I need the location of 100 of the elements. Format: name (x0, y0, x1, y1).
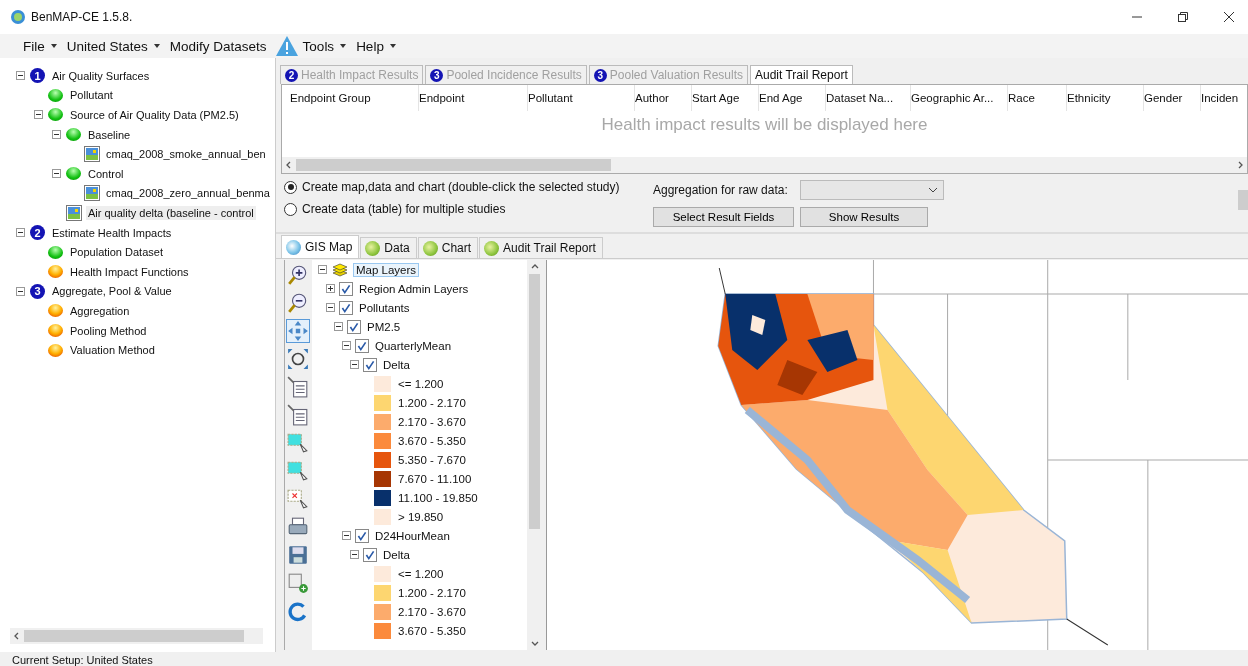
expand-collapse-icon[interactable] (326, 303, 335, 312)
radio-label[interactable]: Create data (table) for multiple studies (302, 202, 506, 216)
horizontal-scrollbar[interactable] (10, 628, 263, 644)
layer-checkbox[interactable] (355, 528, 369, 543)
collapse-icon[interactable] (16, 228, 25, 238)
legend-label: 2.170 - 3.670 (398, 415, 466, 428)
tree-item[interactable]: Valuation Method (68, 343, 157, 358)
expand-collapse-icon[interactable] (318, 265, 327, 274)
select-icon[interactable] (287, 432, 309, 454)
layer-name[interactable]: PM2.5 (365, 320, 403, 333)
save-icon[interactable] (287, 544, 309, 566)
radio-button[interactable] (284, 202, 297, 216)
close-icon[interactable] (1224, 12, 1234, 22)
menu-item[interactable]: File (20, 36, 60, 56)
view-tab[interactable]: Data (360, 237, 417, 258)
tree-item[interactable]: Control (86, 166, 126, 181)
column-header[interactable]: Pollutant (528, 85, 635, 111)
zoom-out-icon[interactable] (287, 292, 309, 314)
vertical-scrollbar[interactable] (527, 260, 542, 650)
layer-name[interactable]: Map Layers (353, 262, 420, 277)
layer-checkbox[interactable] (363, 357, 377, 372)
full-extent-icon[interactable] (287, 348, 309, 370)
status-ball-icon (48, 324, 63, 337)
view-tab[interactable]: Chart (417, 237, 479, 258)
menu-item[interactable]: Help (353, 36, 399, 56)
column-header[interactable]: Gender (1144, 85, 1201, 111)
expand-collapse-icon[interactable] (326, 284, 335, 293)
layer-name[interactable]: QuarterlyMean (373, 339, 454, 352)
tree-item[interactable]: Estimate Health Impacts (50, 225, 174, 240)
collapse-icon[interactable] (16, 286, 25, 296)
tree-item[interactable]: Source of Air Quality Data (PM2.5) (68, 108, 241, 122)
tree-item[interactable]: Pooling Method (68, 323, 149, 338)
results-tab[interactable]: Audit Trail Report (750, 65, 853, 84)
column-header[interactable]: Inciden (1201, 85, 1247, 111)
column-header[interactable]: Endpoint Group (290, 85, 419, 111)
dropdown-caret-icon (153, 44, 160, 48)
status-ball-icon (48, 88, 63, 102)
tree-item[interactable]: Aggregation (68, 303, 132, 318)
expand-collapse-icon[interactable] (334, 322, 343, 331)
legend-label: 7.670 - 11.100 (398, 472, 472, 485)
menu-item[interactable]: Tools (299, 36, 350, 56)
column-header[interactable]: End Age (759, 85, 826, 111)
dropdown-caret-icon (50, 44, 57, 48)
table-icon[interactable] (287, 404, 309, 426)
collapse-icon[interactable] (34, 110, 43, 120)
layer-name[interactable]: D24HourMean (373, 529, 452, 542)
action-button[interactable]: Select Result Fields (653, 207, 794, 227)
tree-item[interactable]: cmaq_2008_smoke_annual_ben (104, 147, 268, 162)
collapse-icon[interactable] (16, 71, 25, 81)
expand-collapse-icon[interactable] (350, 360, 359, 369)
collapse-icon[interactable] (52, 169, 61, 179)
layer-name[interactable]: Pollutants (357, 301, 412, 314)
column-header[interactable]: Author (635, 85, 692, 111)
column-header[interactable]: Race (1008, 85, 1067, 111)
tree-item[interactable]: Air quality delta (baseline - control (86, 205, 256, 220)
tree-item[interactable]: Air Quality Surfaces (50, 68, 152, 83)
expand-collapse-icon[interactable] (350, 550, 359, 559)
expand-collapse-icon[interactable] (342, 531, 351, 540)
step-badge: 1 (30, 68, 45, 84)
layers-icon (331, 262, 349, 277)
layer-checkbox[interactable] (355, 338, 369, 353)
radio-label[interactable]: Create map,data and chart (double-click the selected study) (302, 180, 620, 194)
column-header[interactable]: Endpoint (419, 85, 528, 111)
column-header[interactable]: Dataset Na... (826, 85, 911, 111)
pan-icon[interactable] (287, 320, 309, 342)
window-title: BenMAP-CE 1.5.8. (31, 10, 133, 24)
dropdown-caret-icon (389, 44, 396, 48)
legend-label: <= 1.200 (398, 377, 444, 390)
column-header[interactable]: Geographic Ar... (911, 85, 1008, 111)
layer-name[interactable]: Delta (381, 548, 412, 561)
layer-name[interactable]: Delta (381, 358, 412, 371)
layer-checkbox[interactable] (339, 300, 353, 315)
tree-item[interactable]: cmaq_2008_zero_annual_benma (104, 186, 272, 201)
tree-item[interactable]: Health Impact Functions (68, 264, 191, 279)
add-layer-icon[interactable] (287, 572, 309, 594)
horizontal-scrollbar[interactable] (282, 157, 1247, 173)
column-header[interactable]: Start Age (692, 85, 759, 111)
view-tab[interactable]: GIS Map (281, 235, 360, 258)
action-button[interactable]: Show Results (800, 207, 928, 227)
restore-icon[interactable] (1178, 12, 1188, 22)
column-header[interactable]: Ethnicity (1067, 85, 1144, 111)
clear-selection-icon[interactable] (287, 488, 309, 510)
layer-name[interactable]: Region Admin Layers (357, 282, 471, 295)
menu-item[interactable]: United States (63, 36, 163, 56)
tree-item[interactable]: Pollutant (68, 88, 115, 103)
identify-icon[interactable] (287, 376, 309, 398)
tree-item[interactable]: Aggregate, Pool & Value (50, 284, 174, 299)
layer-checkbox[interactable] (339, 281, 353, 296)
tree-item[interactable]: Baseline (86, 127, 133, 142)
zoom-in-icon[interactable] (287, 264, 309, 286)
layer-checkbox[interactable] (363, 547, 377, 562)
menu-item[interactable]: Modify Datasets (166, 36, 270, 56)
multi-select-icon[interactable] (287, 460, 309, 482)
view-tab[interactable]: Audit Trail Report (479, 237, 603, 258)
collapse-icon[interactable] (52, 130, 61, 140)
tree-item[interactable]: Population Dataset (68, 245, 165, 260)
radio-button[interactable] (284, 180, 297, 194)
expand-collapse-icon[interactable] (342, 341, 351, 350)
refresh-icon[interactable] (287, 600, 309, 622)
layer-checkbox[interactable] (347, 319, 361, 334)
